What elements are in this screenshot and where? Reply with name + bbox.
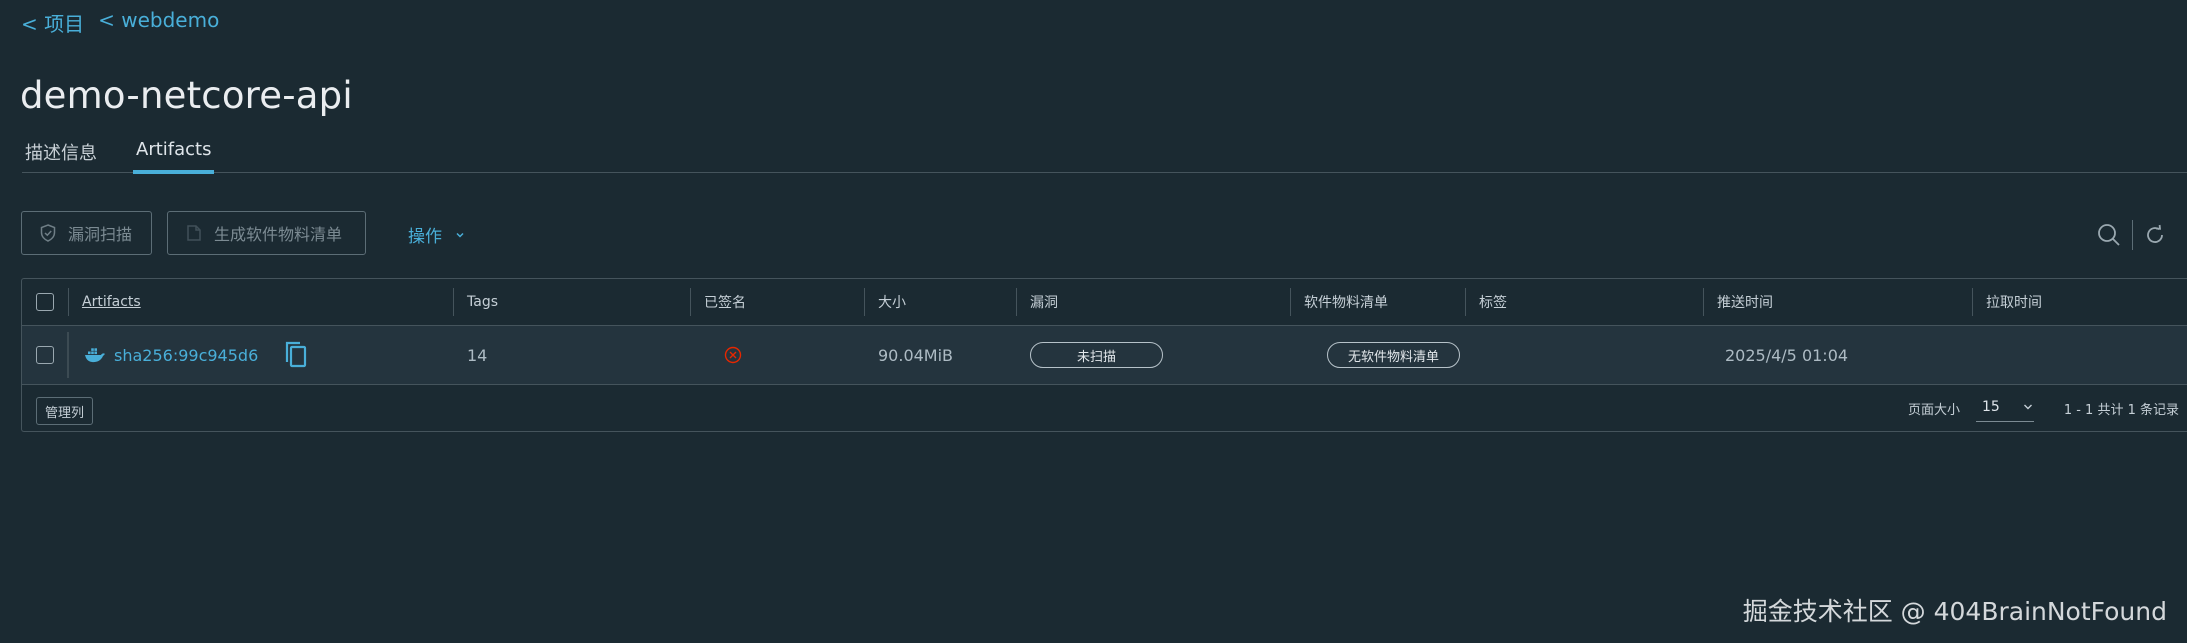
column-header-tags: Tags xyxy=(453,279,690,325)
manage-columns-button[interactable]: 管理列 xyxy=(36,397,94,425)
artifact-digest-link[interactable]: sha256:99c945d6 xyxy=(114,346,258,365)
tab-bar: 描述信息 Artifacts xyxy=(22,135,2187,174)
row-select-cell xyxy=(22,326,68,384)
labels-cell xyxy=(1465,326,1479,384)
scan-vulnerability-button[interactable]: 漏洞扫描 xyxy=(21,211,152,255)
chevron-down-icon xyxy=(2023,404,2032,409)
column-header-tags-label: Tags xyxy=(467,294,498,310)
breadcrumb-webdemo[interactable]: < webdemo xyxy=(98,8,219,37)
column-header-push-time-label: 推送时间 xyxy=(1717,295,1773,311)
row-checkbox[interactable] xyxy=(36,346,54,364)
column-header-push-time: 推送时间 xyxy=(1703,279,1972,325)
column-header-labels-label: 标签 xyxy=(1479,295,1507,311)
toolbar-right xyxy=(2096,220,2167,250)
chevron-down-icon xyxy=(456,232,464,238)
push-time-cell: 2025/4/5 01:04 xyxy=(1725,345,1849,365)
column-header-pull-time-label: 拉取时间 xyxy=(1986,295,2042,311)
column-header-signed-label: 已签名 xyxy=(704,295,746,311)
signed-cell xyxy=(710,326,742,384)
artifacts-datagrid: Artifacts Tags 已签名 大小 漏洞 软件物料清单 标签 推送时间 xyxy=(21,278,2187,432)
column-header-artifacts[interactable]: Artifacts xyxy=(68,279,474,325)
page-size-select[interactable]: 15 xyxy=(1976,395,2034,422)
select-all-checkbox[interactable] xyxy=(36,293,54,311)
tags-cell: 14 xyxy=(467,345,488,365)
column-header-artifacts-label[interactable]: Artifacts xyxy=(82,294,141,310)
column-header-sbom-label: 软件物料清单 xyxy=(1304,295,1388,311)
datagrid-footer: 管理列 页面大小 15 1 - 1 共计 1 条记录 xyxy=(22,385,2187,431)
select-all-cell xyxy=(22,279,68,325)
pull-time-cell xyxy=(1972,326,1986,384)
toolbar-separator xyxy=(2132,220,2133,250)
x-circle-icon xyxy=(724,346,742,364)
page-size-label: 页面大小 xyxy=(1907,402,1960,418)
table-row[interactable]: sha256:99c945d6 14 90.04MiB 未扫描 无软件物料清单 xyxy=(22,326,2187,385)
docker-whale-icon xyxy=(85,348,105,363)
size-cell: 90.04MiB xyxy=(878,345,954,365)
actions-dropdown[interactable]: 操作 xyxy=(408,222,466,247)
vulnerabilities-cell: 未扫描 xyxy=(1030,326,1163,384)
column-header-size-label: 大小 xyxy=(878,295,906,311)
watermark: 掘金技术社区 @ 404BrainNotFound xyxy=(1742,597,2167,626)
column-header-signed: 已签名 xyxy=(690,279,864,325)
not-scanned-badge[interactable]: 未扫描 xyxy=(1030,342,1163,368)
table-header: Artifacts Tags 已签名 大小 漏洞 软件物料清单 标签 推送时间 xyxy=(22,279,2187,326)
scan-button-label: 漏洞扫描 xyxy=(68,225,133,244)
column-header-pull-time: 拉取时间 xyxy=(1972,279,2187,325)
row-divider xyxy=(67,332,69,378)
shield-icon xyxy=(40,224,56,242)
document-icon xyxy=(187,225,201,241)
column-header-sbom: 软件物料清单 xyxy=(1290,279,1465,325)
no-sbom-badge[interactable]: 无软件物料清单 xyxy=(1327,342,1460,368)
search-icon[interactable] xyxy=(2096,222,2122,248)
breadcrumb: < 项目 < webdemo xyxy=(21,8,219,37)
generate-sbom-button[interactable]: 生成软件物料清单 xyxy=(167,211,366,255)
column-header-vulnerabilities-label: 漏洞 xyxy=(1030,295,1058,311)
page-title: demo-netcore-api xyxy=(20,74,353,117)
tab-info[interactable]: 描述信息 xyxy=(25,139,97,165)
sbom-button-label: 生成软件物料清单 xyxy=(214,225,343,244)
tab-artifacts-label: Artifacts xyxy=(136,139,212,160)
pagination-summary: 1 - 1 共计 1 条记录 xyxy=(2063,402,2179,418)
actions-label: 操作 xyxy=(408,227,442,247)
sbom-cell: 无软件物料清单 xyxy=(1327,326,1460,384)
tab-artifacts[interactable]: Artifacts xyxy=(133,139,215,174)
refresh-icon[interactable] xyxy=(2143,223,2167,247)
column-header-labels: 标签 xyxy=(1465,279,1703,325)
pagination: 页面大小 15 1 - 1 共计 1 条记录 xyxy=(1908,385,2179,431)
tab-info-label: 描述信息 xyxy=(25,143,97,164)
copy-icon[interactable] xyxy=(282,340,310,370)
artifact-cell: sha256:99c945d6 xyxy=(84,326,310,384)
breadcrumb-projects[interactable]: < 项目 xyxy=(21,8,84,37)
column-header-size: 大小 xyxy=(864,279,1016,325)
page-size-value: 15 xyxy=(1982,398,2000,415)
page: < 项目 < webdemo demo-netcore-api 描述信息 Art… xyxy=(0,0,2187,643)
active-tab-indicator xyxy=(133,170,215,174)
column-header-vulnerabilities: 漏洞 xyxy=(1016,279,1290,325)
